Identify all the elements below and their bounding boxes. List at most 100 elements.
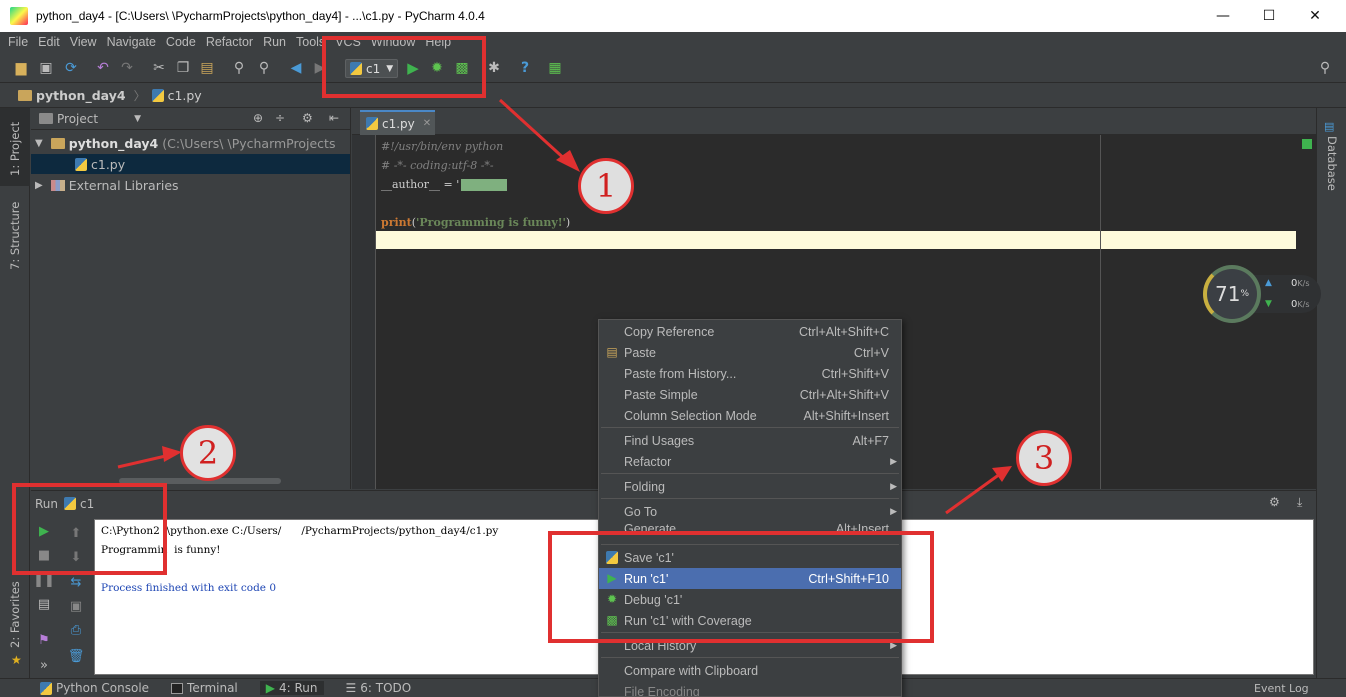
- star-icon: ★: [11, 653, 22, 667]
- menu-item-folding[interactable]: Folding ▶: [599, 476, 901, 497]
- tab-database[interactable]: Database: [1325, 136, 1339, 191]
- cut-icon[interactable]: ✂: [150, 59, 168, 77]
- menu-refactor[interactable]: Refactor: [206, 35, 253, 49]
- menu-tools[interactable]: Tools: [296, 35, 325, 49]
- menu-item-column-selection[interactable]: Column Selection Mode Alt+Shift+Insert: [599, 405, 901, 426]
- menu-navigate[interactable]: Navigate: [107, 35, 156, 49]
- menu-item-goto[interactable]: Go To ▶: [599, 501, 901, 522]
- expand-arrow-icon[interactable]: ▶: [35, 180, 43, 191]
- find-icon[interactable]: ⚲: [230, 59, 248, 77]
- right-margin-guide: [1100, 135, 1101, 489]
- menu-item-compare-clipboard[interactable]: Compare with Clipboard: [599, 660, 901, 681]
- menu-separator: [601, 427, 899, 428]
- breadcrumb-file[interactable]: c1.py: [151, 88, 202, 103]
- submenu-arrow-icon: ▶: [890, 481, 897, 491]
- folder-icon: [50, 137, 65, 149]
- print-keyword: print: [381, 216, 412, 229]
- back-icon[interactable]: ◀: [287, 59, 305, 77]
- undo-icon[interactable]: ↶: [94, 59, 112, 77]
- pin-icon[interactable]: ⚑: [35, 631, 53, 649]
- upload-unit: K/s: [1297, 279, 1310, 288]
- menu-separator: [601, 473, 899, 474]
- menu-item-file-encoding[interactable]: File Encoding: [599, 681, 901, 697]
- caret-row-highlight: [376, 231, 1296, 249]
- close-button[interactable]: ✕: [1292, 0, 1338, 32]
- hide-panel-icon[interactable]: ⇤: [329, 111, 339, 125]
- menu-item-paste[interactable]: ▤ Paste Ctrl+V: [599, 342, 901, 363]
- copy-icon[interactable]: ❐: [174, 59, 192, 77]
- code-line-coding: # -*- coding:utf-8 -*-: [381, 159, 494, 172]
- tree-external-label: External Libraries: [68, 177, 179, 193]
- menu-view[interactable]: View: [70, 35, 97, 49]
- save-all-icon[interactable]: ▣: [37, 59, 55, 77]
- menu-separator: [601, 657, 899, 658]
- tree-item-c1[interactable]: c1.py: [31, 154, 350, 174]
- minimize-button[interactable]: —: [1200, 0, 1246, 32]
- console-line-exit: Process finished with exit code 0: [101, 582, 277, 594]
- wrap-icon[interactable]: ⇆: [67, 573, 85, 591]
- title-bar: python_day4 - [C:\Users\ \PycharmProject…: [0, 0, 1346, 32]
- menu-item-label: Paste: [624, 345, 656, 360]
- annotation-circle-2: 2: [180, 425, 236, 481]
- todo-label: 6: TODO: [360, 681, 412, 695]
- breadcrumb-project[interactable]: python_day4: [18, 88, 126, 103]
- close-tab-icon[interactable]: ✕: [423, 118, 431, 129]
- trash-icon[interactable]: 🗑: [67, 647, 85, 665]
- tab-run[interactable]: ▶ 4: Run: [259, 681, 324, 695]
- search-icon[interactable]: ⚲: [1316, 59, 1334, 77]
- replace-icon[interactable]: ⚲: [255, 59, 273, 77]
- tree-item-external[interactable]: ▶ External Libraries: [31, 175, 179, 195]
- breadcrumb: python_day4 〉 c1.py: [0, 84, 1346, 108]
- chevron-right-icon: 〉: [133, 89, 146, 103]
- annotation-box-run: [12, 483, 167, 575]
- submenu-arrow-icon: ▶: [890, 456, 897, 466]
- redo-icon[interactable]: ↷: [118, 59, 136, 77]
- project-view-label[interactable]: Project: [57, 112, 98, 126]
- gear-icon[interactable]: ⚙: [302, 111, 313, 125]
- menu-item-find-usages[interactable]: Find Usages Alt+F7: [599, 430, 901, 451]
- layout-icon[interactable]: ▤: [35, 595, 53, 613]
- tab-favorites[interactable]: 2: Favorites: [8, 581, 22, 648]
- settings-icon[interactable]: ✱: [485, 59, 503, 77]
- editor-tab-c1[interactable]: c1.py ✕: [360, 110, 435, 135]
- tab-terminal[interactable]: Terminal: [171, 681, 238, 695]
- left-tool-stripe: 1: Project 7: Structure 2: Favorites ★: [0, 108, 30, 678]
- tab-python-console[interactable]: Python Console: [40, 681, 149, 695]
- tab-project[interactable]: 1: Project: [8, 122, 22, 176]
- python-file-icon: [151, 89, 164, 102]
- main-toolbar: ▆ ▣ ⟳ ↶ ↷ ✂ ❐ ▤ ⚲ ⚲ ◀ ▶ c1 ▼ ▶ ✹ ▩ ✱ ? ▦…: [0, 53, 1346, 83]
- tree-item-project-root[interactable]: ▼ python_day4 (C:\Users\ \PycharmProject…: [31, 133, 335, 153]
- python-console-label: Python Console: [56, 681, 150, 695]
- menu-run[interactable]: Run: [263, 35, 286, 49]
- chevron-down-icon[interactable]: ▼: [134, 114, 141, 124]
- help-icon[interactable]: ?: [516, 59, 534, 77]
- sync-icon[interactable]: ⟳: [62, 59, 80, 77]
- line-gutter: [352, 135, 376, 489]
- more-icon[interactable]: »: [35, 656, 53, 674]
- plugin-icon[interactable]: ▦: [546, 59, 564, 77]
- hide-panel-icon[interactable]: ⤓: [1297, 495, 1302, 510]
- gear-icon[interactable]: ⚙: [1269, 495, 1280, 509]
- menu-item-label: Find Usages: [624, 433, 695, 448]
- open-folder-icon[interactable]: ▆: [12, 59, 30, 77]
- tab-structure[interactable]: 7: Structure: [8, 202, 22, 270]
- upload-arrow-icon: ▲: [1265, 278, 1272, 288]
- collapse-icon[interactable]: ÷: [275, 111, 285, 125]
- paste-icon[interactable]: ▤: [198, 59, 216, 77]
- menu-item-label: Paste from History...: [624, 366, 737, 381]
- menu-edit[interactable]: Edit: [38, 35, 60, 49]
- menu-item-paste-simple[interactable]: Paste Simple Ctrl+Alt+Shift+V: [599, 384, 901, 405]
- menu-item-copy-reference[interactable]: Copy Reference Ctrl+Alt+Shift+C: [599, 321, 901, 342]
- menu-code[interactable]: Code: [166, 35, 196, 49]
- print-string: 'Programming is funny!': [416, 216, 566, 229]
- menu-item-paste-history[interactable]: Paste from History... Ctrl+Shift+V: [599, 363, 901, 384]
- scroll-end-icon[interactable]: ▣: [67, 597, 85, 615]
- tab-todo[interactable]: ☰ 6: TODO: [346, 681, 412, 695]
- event-log[interactable]: Event Log: [1254, 682, 1309, 695]
- menu-file[interactable]: File: [8, 35, 28, 49]
- expand-arrow-icon[interactable]: ▼: [35, 138, 43, 149]
- menu-item-refactor[interactable]: Refactor ▶: [599, 451, 901, 472]
- maximize-button[interactable]: ☐: [1246, 0, 1292, 32]
- print-icon[interactable]: ⎙: [67, 621, 85, 639]
- target-icon[interactable]: ⊕: [253, 111, 263, 125]
